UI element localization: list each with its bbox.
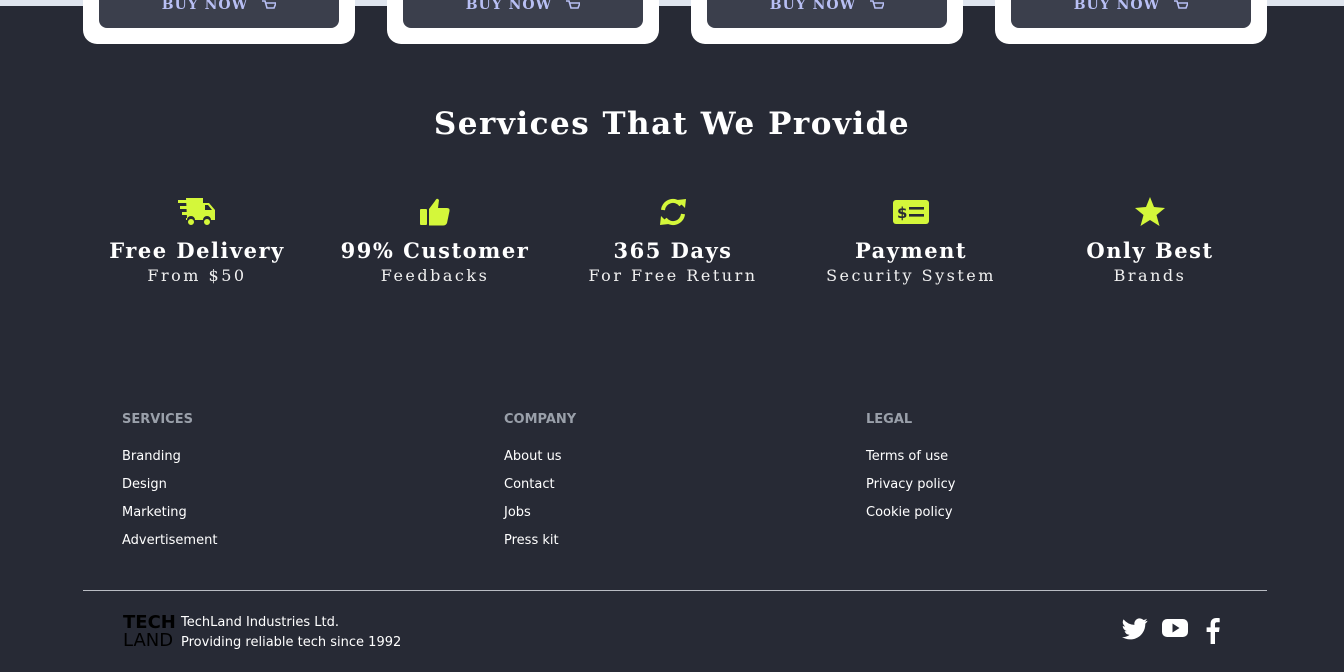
buy-now-label: BUY NOW (1073, 0, 1161, 13)
techland-logo[interactable]: TECH LAND (123, 614, 176, 652)
footer-heading: COMPANY (504, 412, 577, 427)
footer-link-privacy[interactable]: Privacy policy (866, 476, 955, 494)
footer-link-marketing[interactable]: Marketing (122, 504, 217, 522)
footer-link-press-kit[interactable]: Press kit (504, 532, 576, 550)
thumbs-up-icon (315, 196, 555, 228)
product-card: BUY NOW (387, 0, 659, 44)
footer-link-about-us[interactable]: About us (504, 448, 576, 466)
service-subtitle: Brands (1113, 266, 1187, 285)
youtube-icon[interactable] (1162, 618, 1188, 638)
buy-now-button[interactable]: BUY NOW (403, 0, 643, 28)
service-heading: 365 Days (613, 238, 733, 263)
cart-icon (870, 0, 885, 9)
twitter-icon[interactable] (1122, 618, 1148, 640)
footer-column-services: SERVICES Branding Design Marketing Adver… (122, 412, 217, 550)
footer-link-contact[interactable]: Contact (504, 476, 576, 494)
footer-divider (83, 590, 1267, 591)
service-heading: 99% Customer (340, 238, 530, 263)
buy-now-button[interactable]: BUY NOW (707, 0, 947, 28)
footer-link-cookie[interactable]: Cookie policy (866, 504, 955, 522)
star-icon (1030, 196, 1270, 228)
cart-icon (566, 0, 581, 9)
buy-now-button[interactable]: BUY NOW (99, 0, 339, 28)
service-free-delivery: Free Delivery From $50 (77, 196, 317, 285)
service-heading: Free Delivery (109, 238, 285, 263)
facebook-icon[interactable] (1206, 618, 1220, 644)
footer-link-terms[interactable]: Terms of use (866, 448, 955, 466)
footer-heading: SERVICES (122, 412, 193, 427)
service-customer-feedbacks: 99% Customer Feedbacks (315, 196, 555, 285)
service-heading: Payment (854, 238, 968, 263)
cart-icon (262, 0, 277, 9)
company-name: TechLand Industries Ltd. (181, 615, 339, 630)
refresh-icon (553, 196, 793, 228)
services-title: Services That We Provide (433, 106, 911, 142)
company-info: TechLand Industries Ltd. Providing relia… (181, 613, 401, 653)
buy-now-button[interactable]: BUY NOW (1011, 0, 1251, 28)
footer-column-company: COMPANY About us Contact Jobs Press kit (504, 412, 576, 550)
buy-now-label: BUY NOW (465, 0, 553, 13)
footer-column-legal: LEGAL Terms of use Privacy policy Cookie… (866, 412, 955, 522)
service-subtitle: Security System (826, 266, 996, 285)
service-heading: Only Best (1086, 238, 1214, 263)
company-tagline: Providing reliable tech since 1992 (181, 635, 402, 650)
service-subtitle: Feedbacks (380, 266, 490, 285)
footer-link-jobs[interactable]: Jobs (504, 504, 576, 522)
buy-now-label: BUY NOW (769, 0, 857, 13)
product-card: BUY NOW (995, 0, 1267, 44)
cart-icon (1174, 0, 1189, 9)
footer-link-design[interactable]: Design (122, 476, 217, 494)
service-subtitle: For Free Return (588, 266, 758, 285)
service-free-return: 365 Days For Free Return (553, 196, 793, 285)
truck-delivery-icon (77, 196, 317, 228)
svg-text:$: $ (897, 204, 907, 222)
footer-link-branding[interactable]: Branding (122, 448, 217, 466)
footer-heading: LEGAL (866, 412, 913, 427)
buy-now-label: BUY NOW (161, 0, 249, 13)
footer-link-advertisement[interactable]: Advertisement (122, 532, 217, 550)
money-check-icon: $ (791, 196, 1031, 228)
service-subtitle: From $50 (147, 266, 247, 285)
service-best-brands: Only Best Brands (1030, 196, 1270, 285)
service-payment-security: $ Payment Security System (791, 196, 1031, 285)
product-card: BUY NOW (83, 0, 355, 44)
logo-line-2: LAND (123, 630, 174, 651)
product-card: BUY NOW (691, 0, 963, 44)
